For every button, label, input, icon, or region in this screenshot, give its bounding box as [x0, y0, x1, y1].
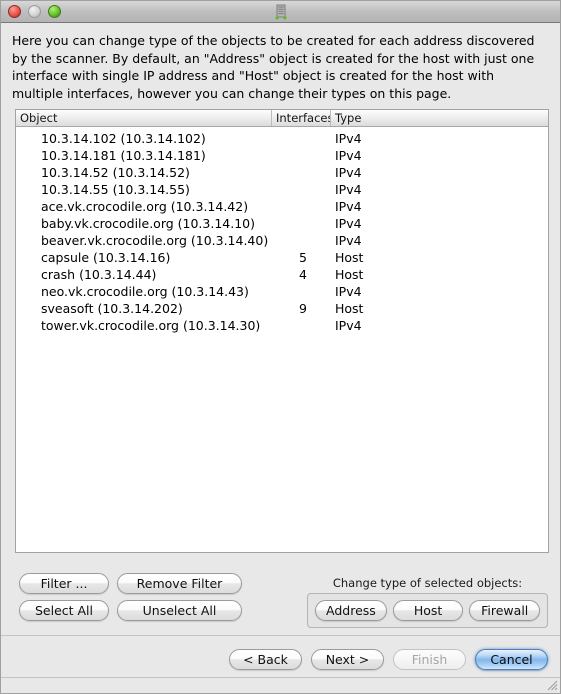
cell-type: Host	[335, 267, 364, 282]
cell-object: crash (10.3.14.44)	[41, 267, 157, 282]
cell-object: ace.vk.crocodile.org (10.3.14.42)	[41, 199, 249, 214]
zoom-button-icon[interactable]	[48, 5, 61, 18]
remove-filter-button[interactable]: Remove Filter	[117, 573, 242, 594]
finish-button: Finish	[393, 649, 466, 670]
select-all-button[interactable]: Select All	[19, 600, 109, 621]
filter-button-row-1: Filter ... Remove Filter	[19, 573, 242, 594]
cell-type: IPv4	[335, 131, 362, 146]
table-body: 10.3.14.102 (10.3.14.102) IPv4 10.3.14.181…	[16, 127, 548, 334]
column-header-interfaces[interactable]: Interfaces	[272, 110, 331, 126]
table-row[interactable]: baby.vk.crocodile.org (10.3.14.10) IPv4	[16, 215, 548, 232]
table-row[interactable]: capsule (10.3.14.16) 5 Host	[16, 249, 548, 266]
cell-type: IPv4	[335, 318, 362, 333]
cell-object: beaver.vk.crocodile.org (10.3.14.40)	[41, 233, 269, 248]
cell-object: tower.vk.crocodile.org (10.3.14.30)	[41, 318, 261, 333]
filter-button-row-2: Select All Unselect All	[19, 600, 242, 621]
title-bar[interactable]	[1, 1, 560, 23]
cell-type: IPv4	[335, 148, 362, 163]
cell-type: IPv4	[335, 165, 362, 180]
table-row[interactable]: ace.vk.crocodile.org (10.3.14.42) IPv4	[16, 198, 548, 215]
cell-type: IPv4	[335, 182, 362, 197]
cell-type: Host	[335, 301, 364, 316]
table-row[interactable]: 10.3.14.55 (10.3.14.55) IPv4	[16, 181, 548, 198]
change-type-address-button[interactable]: Address	[315, 600, 387, 621]
cell-type: IPv4	[335, 199, 362, 214]
table-row[interactable]: beaver.vk.crocodile.org (10.3.14.40) IPv4	[16, 232, 548, 249]
change-type-host-button[interactable]: Host	[392, 600, 464, 621]
table-row[interactable]: 10.3.14.102 (10.3.14.102) IPv4	[16, 130, 548, 147]
cell-type: IPv4	[335, 216, 362, 231]
next-button[interactable]: Next >	[311, 649, 384, 670]
cell-object: baby.vk.crocodile.org (10.3.14.10)	[41, 216, 255, 231]
cell-object: 10.3.14.181 (10.3.14.181)	[41, 148, 206, 163]
table-row[interactable]: crash (10.3.14.44) 4 Host	[16, 266, 548, 283]
filter-button-group: Filter ... Remove Filter Select All Unse…	[19, 573, 242, 621]
wizard-navigation: < Back Next > Finish Cancel	[229, 649, 548, 670]
cell-type: IPv4	[335, 233, 362, 248]
table-row[interactable]: sveasoft (10.3.14.202) 9 Host	[16, 300, 548, 317]
objects-table[interactable]: Object Interfaces Type 10.3.14.102 (10.3…	[15, 109, 549, 553]
window-controls	[8, 5, 61, 18]
unselect-all-button[interactable]: Unselect All	[117, 600, 242, 621]
column-header-type[interactable]: Type	[331, 110, 548, 126]
change-type-label: Change type of selected objects:	[332, 576, 523, 590]
page-description: Here you can change type of the objects …	[12, 33, 535, 101]
minimize-button-icon	[28, 5, 41, 18]
filter-button[interactable]: Filter ...	[19, 573, 109, 594]
table-row[interactable]: neo.vk.crocodile.org (10.3.14.43) IPv4	[16, 283, 548, 300]
divider-bottom	[1, 677, 560, 678]
close-button-icon[interactable]	[8, 5, 21, 18]
table-row[interactable]: 10.3.14.52 (10.3.14.52) IPv4	[16, 164, 548, 181]
divider-top	[1, 635, 560, 636]
wizard-window: Here you can change type of the objects …	[0, 0, 561, 694]
column-header-object[interactable]: Object	[16, 110, 272, 126]
cell-type: Host	[335, 250, 364, 265]
cell-object: 10.3.14.102 (10.3.14.102)	[41, 131, 206, 146]
change-type-group: Change type of selected objects: Address…	[307, 576, 548, 628]
cell-object: neo.vk.crocodile.org (10.3.14.43)	[41, 284, 249, 299]
resize-grip-icon[interactable]	[545, 678, 558, 691]
cell-interfaces: 9	[299, 301, 307, 316]
cell-interfaces: 4	[299, 267, 307, 282]
cell-object: 10.3.14.55 (10.3.14.55)	[41, 182, 190, 197]
cell-object: sveasoft (10.3.14.202)	[41, 301, 183, 316]
cell-type: IPv4	[335, 284, 362, 299]
change-type-firewall-button[interactable]: Firewall	[469, 600, 540, 621]
table-row[interactable]: 10.3.14.181 (10.3.14.181) IPv4	[16, 147, 548, 164]
cell-interfaces: 5	[299, 250, 307, 265]
cell-object: 10.3.14.52 (10.3.14.52)	[41, 165, 190, 180]
change-type-button-box: Address Host Firewall	[307, 593, 548, 628]
cancel-button[interactable]: Cancel	[475, 649, 548, 670]
firewall-tower-icon	[275, 4, 286, 20]
cell-object: capsule (10.3.14.16)	[41, 250, 171, 265]
back-button[interactable]: < Back	[229, 649, 302, 670]
table-header-row: Object Interfaces Type	[16, 110, 548, 127]
table-row[interactable]: tower.vk.crocodile.org (10.3.14.30) IPv4	[16, 317, 548, 334]
